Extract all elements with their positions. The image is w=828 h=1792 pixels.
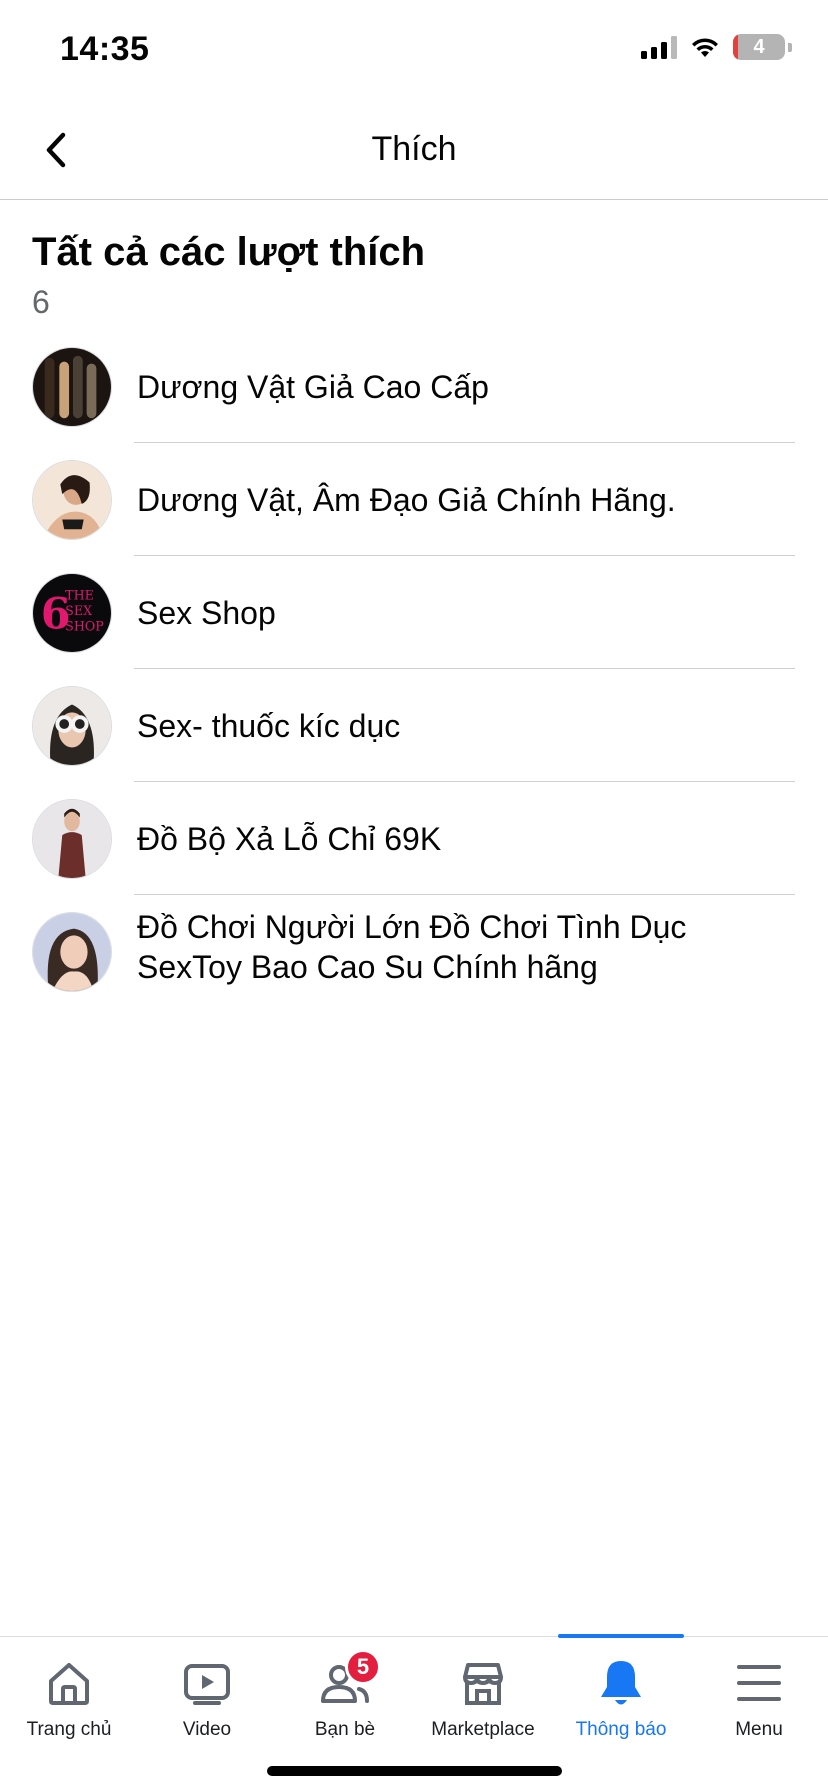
likes-count: 6 (32, 284, 50, 320)
page-avatar[interactable] (32, 911, 112, 992)
list-item[interactable]: Đồ Bộ Xả Lỗ Chỉ 69K (0, 782, 828, 895)
battery-icon: 4 (733, 34, 785, 60)
likes-list: Dương Vật Giả Cao Cấp Dương Vật, Âm Đạo … (0, 330, 828, 1008)
avatar-image: 6 THE SEX SHOP (33, 573, 111, 652)
tab-marketplace[interactable]: Marketplace (414, 1637, 552, 1757)
tab-home[interactable]: Trang chủ (0, 1637, 138, 1757)
battery-cap (788, 42, 792, 52)
list-item[interactable]: Sex- thuốc kíc dục (0, 669, 828, 782)
page-name[interactable]: Sex- thuốc kíc dục (137, 706, 796, 746)
avatar-image (33, 686, 111, 765)
page-name[interactable]: Đồ Bộ Xả Lỗ Chỉ 69K (137, 819, 796, 859)
status-bar: 14:35 4 (0, 0, 828, 100)
notification-badge: 5 (345, 1649, 381, 1685)
list-item[interactable]: Dương Vật, Âm Đạo Giả Chính Hãng. (0, 443, 828, 556)
tab-video[interactable]: Video (138, 1637, 276, 1757)
tab-label: Video (182, 1719, 232, 1740)
page-avatar[interactable]: 6 THE SEX SHOP (32, 572, 112, 653)
list-item[interactable]: 6 THE SEX SHOP Sex Shop (0, 556, 828, 669)
avatar-text-1: THE (65, 587, 94, 602)
tab-label: Bạn bè (314, 1719, 376, 1740)
page-avatar[interactable] (32, 685, 112, 766)
avatar-image (33, 799, 111, 878)
menu-icon (737, 1665, 781, 1701)
avatar-text-2: SEX (65, 602, 92, 617)
video-icon (184, 1664, 230, 1705)
list-item[interactable]: Dương Vật Giả Cao Cấp (0, 330, 828, 443)
tab-menu[interactable]: Menu (690, 1637, 828, 1757)
page-avatar[interactable] (32, 798, 112, 879)
page-title: Thích (371, 130, 457, 168)
tab-friends[interactable]: 5 Bạn bè (276, 1637, 414, 1757)
battery-level: 4 (753, 35, 765, 58)
tab-label: Menu (735, 1719, 783, 1740)
page-avatar[interactable] (32, 346, 112, 427)
page-name[interactable]: Dương Vật, Âm Đạo Giả Chính Hãng. (137, 480, 796, 520)
page-name[interactable]: Đồ Chơi Người Lớn Đồ Chơi Tình Dục SexTo… (137, 907, 796, 987)
page-name[interactable]: Sex Shop (137, 593, 796, 633)
home-indicator (267, 1766, 562, 1776)
avatar-image (33, 912, 111, 991)
status-time: 14:35 (60, 30, 150, 68)
section-title: Tất cả các lượt thích (32, 230, 426, 274)
cellular-signal-icon (641, 35, 677, 59)
marketplace-icon (463, 1663, 503, 1705)
list-item[interactable]: Đồ Chơi Người Lớn Đồ Chơi Tình Dục SexTo… (0, 895, 828, 1008)
bell-icon (601, 1661, 641, 1705)
avatar-image (33, 347, 111, 426)
page-avatar[interactable] (32, 459, 112, 540)
avatar-image (33, 460, 111, 539)
status-icons: 4 (641, 34, 792, 60)
page-name[interactable]: Dương Vật Giả Cao Cấp (137, 367, 796, 407)
tab-label: Trang chủ (26, 1719, 112, 1740)
home-icon (49, 1663, 89, 1705)
tab-notifications[interactable]: Thông báo (552, 1637, 690, 1757)
wifi-icon (692, 38, 718, 57)
tab-label: Marketplace (431, 1719, 535, 1740)
avatar-text-3: SHOP (65, 618, 104, 633)
tab-label: Thông báo (575, 1719, 667, 1740)
header: Thích (0, 100, 828, 200)
